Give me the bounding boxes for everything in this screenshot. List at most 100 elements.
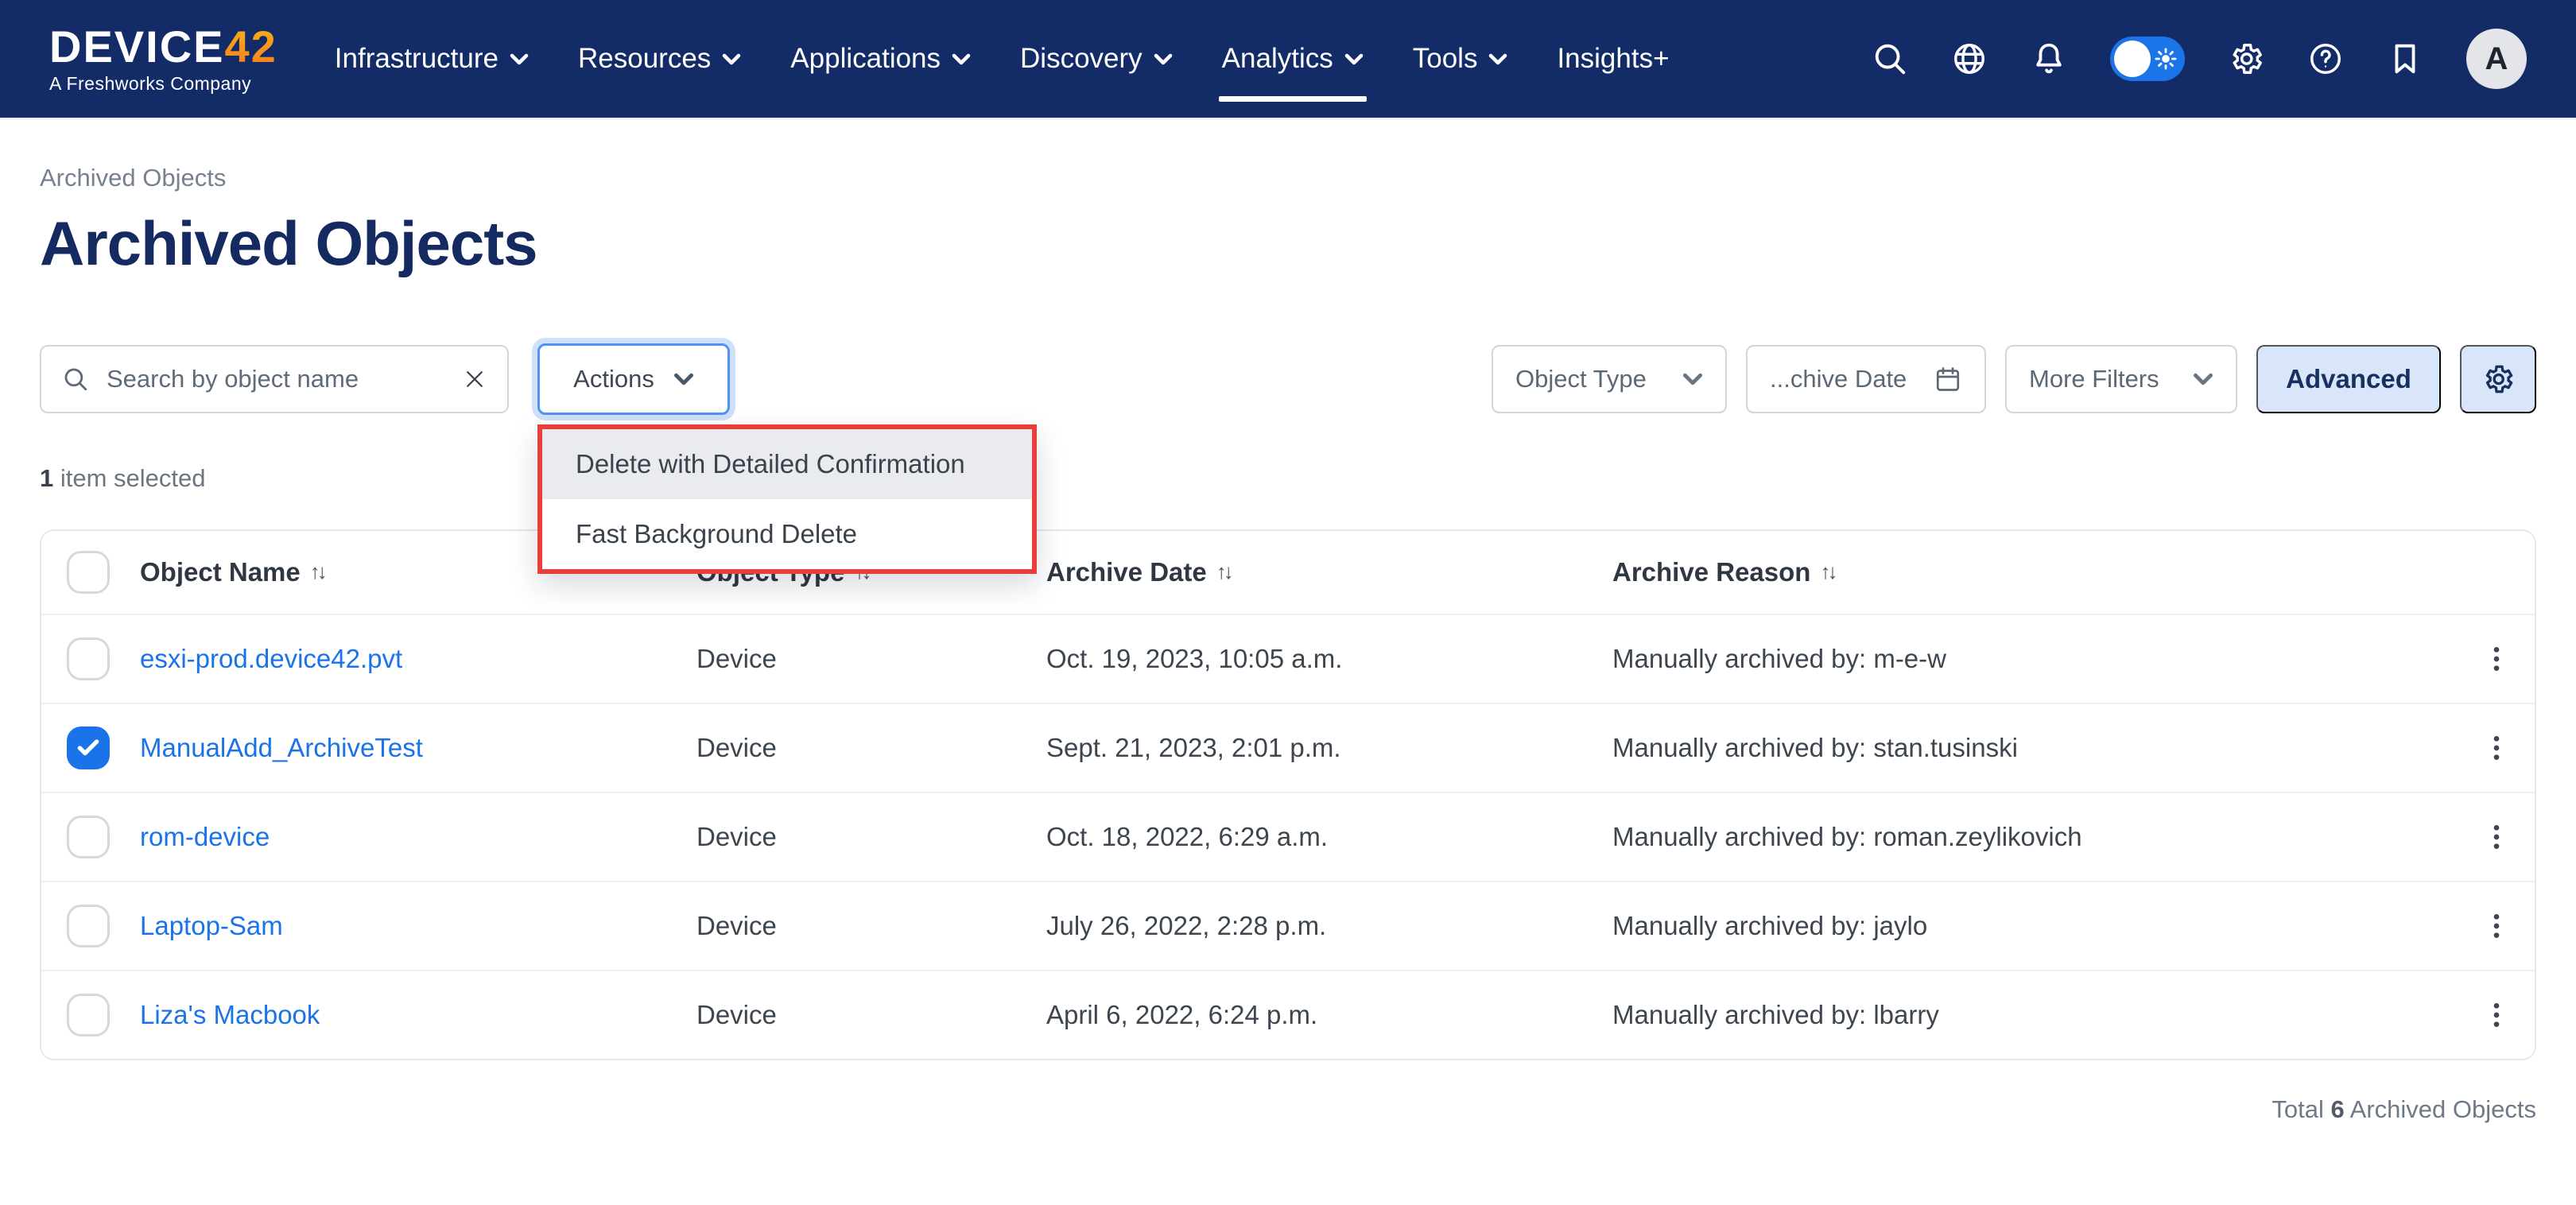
archive-reason-value: Manually archived by: roman.zeylikovich: [1612, 822, 2082, 851]
logo-42: 42: [225, 21, 277, 72]
archived-objects-table: Object Name↑↓ Object Type↑↓ Archive Date…: [40, 529, 2536, 1060]
object-name-link[interactable]: esxi-prod.device42.pvt: [140, 644, 402, 673]
nav-item-tools[interactable]: Tools: [1413, 43, 1508, 75]
object-type-value: Device: [696, 911, 777, 940]
object-type-value: Device: [696, 733, 777, 762]
chevron-down-icon: [510, 53, 529, 65]
search-box: [40, 345, 509, 413]
archive-date-value: Sept. 21, 2023, 2:01 p.m.: [1046, 733, 1341, 762]
clear-search-icon[interactable]: [463, 367, 487, 391]
settings-icon[interactable]: [2228, 41, 2264, 77]
nav-item-insights-[interactable]: Insights+: [1557, 43, 1669, 75]
nav-item-applications[interactable]: Applications: [790, 43, 971, 75]
bell-icon[interactable]: [2031, 41, 2067, 77]
breadcrumb[interactable]: Archived Objects: [40, 164, 226, 192]
row-checkbox[interactable]: [67, 994, 110, 1036]
search-icon[interactable]: [1872, 41, 1908, 77]
total-count: 6: [2331, 1095, 2345, 1123]
page-title: Archived Objects: [40, 208, 2536, 280]
chevron-down-icon: [1488, 53, 1507, 65]
table-row: Liza's Macbook Device April 6, 2022, 6:2…: [41, 970, 2535, 1059]
row-checkbox[interactable]: [67, 726, 110, 769]
bookmark-icon[interactable]: [2387, 41, 2423, 77]
top-navbar: DEVICE42 A Freshworks Company Infrastruc…: [0, 0, 2576, 119]
chevron-down-icon: [722, 53, 741, 65]
actions-menu-wrap: Actions Delete with Detailed Confirmatio…: [537, 343, 730, 415]
actions-dropdown: Delete with Detailed ConfirmationFast Ba…: [537, 424, 1037, 574]
column-header-archive-reason[interactable]: Archive Reason↑↓: [1612, 557, 1834, 587]
logo-tagline: A Freshworks Company: [49, 75, 277, 93]
theme-toggle[interactable]: [2110, 37, 2185, 81]
main-nav: Infrastructure Resources Applications Di…: [335, 43, 1670, 75]
filter-controls: Object Type ...chive Date More Filters A…: [1492, 345, 2536, 413]
actions-button[interactable]: Actions: [537, 343, 730, 415]
dropdown-item-1[interactable]: Delete with Detailed Confirmation: [542, 429, 1032, 499]
select-all-checkbox[interactable]: [67, 551, 110, 594]
row-checkbox[interactable]: [67, 816, 110, 858]
nav-item-discovery[interactable]: Discovery: [1020, 43, 1173, 75]
archive-date-value: April 6, 2022, 6:24 p.m.: [1046, 1000, 1317, 1029]
search-input[interactable]: [107, 365, 445, 393]
row-menu-kebab-icon[interactable]: [2481, 819, 2512, 855]
row-checkbox[interactable]: [67, 905, 110, 947]
object-name-link[interactable]: rom-device: [140, 822, 270, 851]
archive-date-value: Oct. 18, 2022, 6:29 a.m.: [1046, 822, 1328, 851]
selection-label: item selected: [53, 464, 205, 492]
table-header-row: Object Name↑↓ Object Type↑↓ Archive Date…: [41, 531, 2535, 614]
archive-date-value: July 26, 2022, 2:28 p.m.: [1046, 911, 1326, 940]
nav-item-label: Resources: [578, 43, 711, 75]
nav-item-label: Discovery: [1020, 43, 1143, 75]
archive-reason-value: Manually archived by: jaylo: [1612, 911, 1927, 940]
avatar[interactable]: A: [2466, 29, 2527, 89]
archive-date-value: Oct. 19, 2023, 10:05 a.m.: [1046, 644, 1342, 673]
logo-text: DEVICE42: [49, 25, 277, 69]
chevron-down-icon: [1344, 53, 1364, 65]
object-name-link[interactable]: Laptop-Sam: [140, 911, 283, 940]
archive-date-filter-label: ...chive Date: [1770, 365, 1907, 393]
row-checkbox[interactable]: [67, 637, 110, 680]
object-type-filter-label: Object Type: [1515, 365, 1647, 393]
sort-icon: ↑↓: [310, 560, 324, 584]
table-footer: Total 6 Archived Objects: [40, 1095, 2536, 1124]
toolbar: Actions Delete with Detailed Confirmatio…: [40, 343, 2536, 415]
nav-item-label: Analytics: [1222, 43, 1333, 75]
object-name-link[interactable]: Liza's Macbook: [140, 1000, 320, 1029]
archive-reason-value: Manually archived by: lbarry: [1612, 1000, 1939, 1029]
row-menu-kebab-icon[interactable]: [2481, 730, 2512, 766]
nav-item-infrastructure[interactable]: Infrastructure: [335, 43, 529, 75]
navbar-icons: A: [1872, 29, 2527, 89]
archive-date-filter[interactable]: ...chive Date: [1746, 345, 1986, 413]
object-name-link[interactable]: ManualAdd_ArchiveTest: [140, 733, 423, 762]
nav-item-label: Tools: [1413, 43, 1478, 75]
object-type-value: Device: [696, 644, 777, 673]
chevron-down-icon: [1682, 373, 1703, 386]
selection-count: 1: [40, 464, 53, 492]
table-body: esxi-prod.device42.pvt Device Oct. 19, 2…: [41, 614, 2535, 1059]
check-icon: [76, 735, 101, 761]
dropdown-item-2[interactable]: Fast Background Delete: [542, 499, 1032, 569]
more-filters-button[interactable]: More Filters: [2005, 345, 2237, 413]
table-row: ManualAdd_ArchiveTest Device Sept. 21, 2…: [41, 703, 2535, 792]
search-icon: [62, 366, 89, 393]
column-header-object-name[interactable]: Object Name↑↓: [140, 557, 324, 587]
object-type-filter[interactable]: Object Type: [1492, 345, 1727, 413]
nav-item-analytics[interactable]: Analytics: [1222, 43, 1364, 75]
chevron-down-icon: [1154, 53, 1173, 65]
table-settings-button[interactable]: [2460, 345, 2536, 413]
help-icon[interactable]: [2307, 41, 2344, 77]
object-type-value: Device: [696, 1000, 777, 1029]
nav-item-label: Applications: [790, 43, 941, 75]
globe-icon[interactable]: [1951, 41, 1988, 77]
nav-item-resources[interactable]: Resources: [578, 43, 741, 75]
table-row: esxi-prod.device42.pvt Device Oct. 19, 2…: [41, 614, 2535, 703]
column-header-archive-date[interactable]: Archive Date↑↓: [1046, 557, 1231, 587]
row-menu-kebab-icon[interactable]: [2481, 908, 2512, 944]
device42-logo[interactable]: DEVICE42 A Freshworks Company: [49, 25, 277, 93]
row-menu-kebab-icon[interactable]: [2481, 641, 2512, 677]
page-content: Archived Objects Archived Objects Action…: [0, 164, 2576, 1124]
table-row: Laptop-Sam Device July 26, 2022, 2:28 p.…: [41, 881, 2535, 970]
row-menu-kebab-icon[interactable]: [2481, 997, 2512, 1033]
more-filters-label: More Filters: [2029, 365, 2159, 393]
advanced-button[interactable]: Advanced: [2256, 345, 2441, 413]
object-type-value: Device: [696, 822, 777, 851]
